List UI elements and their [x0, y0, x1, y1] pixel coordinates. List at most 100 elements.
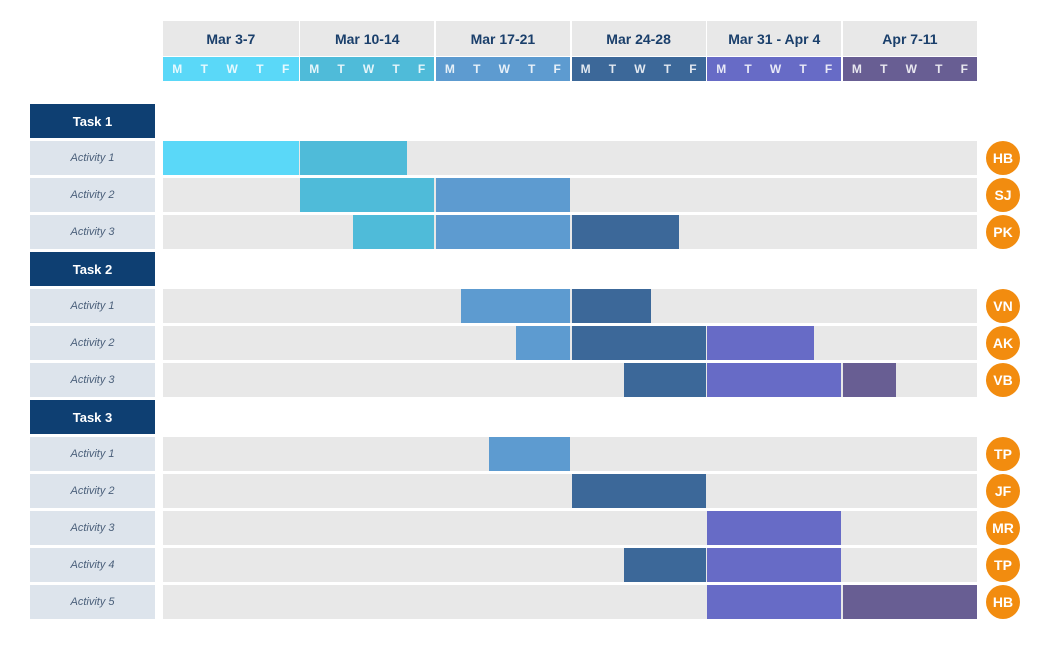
owner-avatar[interactable]: AK	[986, 326, 1020, 360]
day-strip: MTWTF	[435, 57, 570, 81]
activity-track	[163, 474, 977, 508]
week-header: Mar 24-28	[571, 21, 706, 56]
day-label: M	[309, 62, 320, 76]
day-label: T	[337, 62, 345, 76]
activity-bar[interactable]	[842, 363, 896, 397]
day-label: T	[256, 62, 264, 76]
activity-bar[interactable]	[461, 289, 570, 323]
day-label: T	[663, 62, 672, 76]
activity-bar[interactable]	[571, 215, 679, 249]
day-strip: MTWTF	[571, 57, 706, 81]
activity-track	[163, 511, 977, 545]
day-label: F	[282, 62, 290, 76]
day-strip: MTWTF	[300, 57, 435, 81]
owner-avatar[interactable]: TP	[986, 548, 1020, 582]
activity-bar[interactable]	[707, 511, 842, 545]
activity-bar[interactable]	[300, 178, 435, 212]
activity-label[interactable]: Activity 3	[30, 363, 155, 397]
week-header: Mar 31 - Apr 4	[707, 21, 842, 56]
day-label: W	[362, 62, 375, 76]
day-label: T	[473, 62, 481, 76]
day-strip: MTWTF	[842, 57, 977, 81]
activity-track	[163, 585, 977, 619]
day-label: T	[608, 62, 617, 76]
activity-bar[interactable]	[707, 585, 842, 619]
week-header: Mar 17-21	[435, 21, 570, 56]
activity-bar[interactable]	[488, 437, 570, 471]
activity-bar[interactable]	[163, 141, 299, 175]
day-label: T	[200, 62, 209, 76]
day-label: F	[689, 62, 697, 76]
activity-bar[interactable]	[300, 141, 408, 175]
activity-label[interactable]: Activity 4	[30, 548, 155, 582]
day-label: M	[716, 62, 727, 76]
activity-bar[interactable]	[571, 326, 706, 360]
task-header[interactable]: Task 3	[30, 400, 155, 434]
owner-avatar[interactable]: HB	[986, 141, 1020, 175]
activity-label[interactable]: Activity 3	[30, 215, 155, 249]
day-label: T	[880, 62, 888, 76]
activity-label[interactable]: Activity 1	[30, 141, 155, 175]
activity-bar[interactable]	[624, 363, 706, 397]
activity-bar[interactable]	[571, 474, 706, 508]
day-label: W	[498, 62, 510, 76]
activity-track	[163, 437, 977, 471]
day-label: T	[744, 62, 752, 76]
day-strip: MTWTF	[707, 57, 842, 81]
task-header[interactable]: Task 1	[30, 104, 155, 138]
activity-label[interactable]: Activity 1	[30, 289, 155, 323]
owner-avatar[interactable]: SJ	[986, 178, 1020, 212]
task-header[interactable]: Task 2	[30, 252, 155, 286]
day-label: T	[935, 62, 943, 76]
week-header: Mar 10-14	[300, 21, 435, 56]
activity-bar[interactable]	[435, 215, 570, 249]
activity-label[interactable]: Activity 1	[30, 437, 155, 471]
activity-label[interactable]: Activity 3	[30, 511, 155, 545]
day-label: M	[172, 62, 183, 76]
activity-track	[163, 178, 977, 212]
owner-avatar[interactable]: MR	[986, 511, 1020, 545]
activity-label[interactable]: Activity 5	[30, 585, 155, 619]
activity-track	[163, 215, 977, 249]
day-strip: MTWTF	[163, 57, 299, 81]
week-header: Apr 7-11	[842, 21, 977, 56]
day-label: M	[851, 62, 862, 76]
activity-bar[interactable]	[352, 215, 435, 249]
day-label: F	[417, 62, 426, 76]
activity-label[interactable]: Activity 2	[30, 326, 155, 360]
owner-avatar[interactable]: VN	[986, 289, 1020, 323]
day-label: F	[824, 62, 833, 76]
day-label: T	[528, 62, 536, 76]
activity-track	[163, 289, 977, 323]
day-label: W	[769, 62, 782, 76]
day-label: W	[226, 62, 238, 76]
activity-bar[interactable]	[842, 585, 977, 619]
day-label: T	[799, 62, 807, 76]
day-label: F	[960, 62, 968, 76]
activity-track	[163, 326, 977, 360]
activity-track	[163, 548, 977, 582]
activity-track	[163, 363, 977, 397]
owner-avatar[interactable]: VB	[986, 363, 1020, 397]
day-label: M	[444, 62, 455, 76]
owner-avatar[interactable]: PK	[986, 215, 1020, 249]
activity-bar[interactable]	[707, 326, 815, 360]
owner-avatar[interactable]: JF	[986, 474, 1020, 508]
activity-track	[163, 141, 977, 175]
activity-bar[interactable]	[707, 548, 842, 582]
week-header: Mar 3-7	[163, 21, 299, 56]
activity-label[interactable]: Activity 2	[30, 178, 155, 212]
activity-bar[interactable]	[571, 289, 652, 323]
activity-bar[interactable]	[624, 548, 706, 582]
day-label: W	[905, 62, 917, 76]
activity-bar[interactable]	[515, 326, 570, 360]
day-label: F	[553, 62, 561, 76]
day-label: M	[580, 62, 591, 76]
day-label: T	[392, 62, 400, 76]
owner-avatar[interactable]: HB	[986, 585, 1020, 619]
day-label: W	[634, 62, 646, 76]
activity-bar[interactable]	[435, 178, 570, 212]
owner-avatar[interactable]: TP	[986, 437, 1020, 471]
activity-label[interactable]: Activity 2	[30, 474, 155, 508]
activity-bar[interactable]	[707, 363, 842, 397]
